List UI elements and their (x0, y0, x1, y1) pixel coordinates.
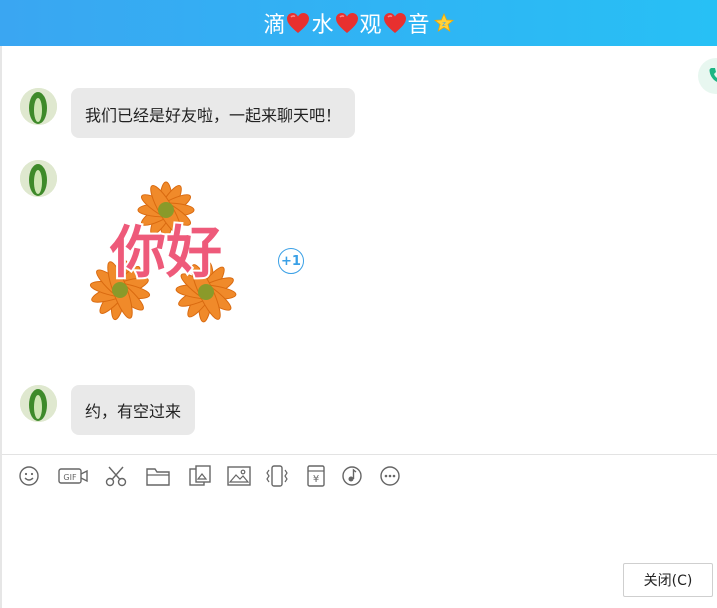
send-file-button[interactable] (144, 463, 172, 489)
image-icon (227, 466, 251, 486)
message-bubble[interactable]: 我们已经是好友啦，一起来聊天吧！ (71, 88, 356, 138)
flower-sticker-image: 你好 (89, 181, 237, 323)
title-bar: 滴 水 观 音 z (0, 0, 717, 46)
svg-text:z: z (442, 20, 446, 28)
folder-icon (146, 468, 170, 486)
more-button[interactable] (376, 463, 404, 489)
title-char-1: 滴 (263, 13, 286, 38)
gif-button[interactable]: GIF (57, 463, 89, 489)
music-icon (342, 466, 362, 486)
heart-icon (335, 13, 358, 33)
send-image-button[interactable] (225, 463, 253, 489)
heart-icon (383, 13, 406, 33)
title-char-3: 观 (359, 13, 382, 38)
more-icon (380, 466, 400, 486)
music-button[interactable] (338, 463, 366, 489)
heart-icon (287, 13, 310, 33)
avatar[interactable] (20, 160, 57, 197)
close-button[interactable]: 关闭(C) (623, 563, 713, 597)
shake-icon (266, 465, 288, 487)
red-packet-icon: ¥ (307, 465, 325, 487)
sticker-message[interactable]: 你好 (68, 162, 264, 358)
avatar[interactable] (20, 88, 57, 125)
scissors-icon (105, 466, 127, 487)
phone-icon (709, 68, 717, 82)
emoji-button[interactable] (15, 463, 43, 489)
image-edit-button[interactable] (186, 463, 214, 489)
divider (2, 454, 717, 455)
gif-icon: GIF (58, 468, 88, 484)
vip-star-icon: z (433, 13, 454, 32)
shake-button[interactable] (263, 463, 291, 489)
svg-text:¥: ¥ (313, 474, 319, 485)
image-edit-icon (189, 465, 211, 486)
title-char-2: 水 (311, 13, 334, 38)
svg-text:GIF: GIF (63, 473, 77, 482)
input-toolbar: GIF ¥ (0, 458, 717, 494)
emoji-icon (19, 466, 39, 486)
sticker-text: 你好 (109, 221, 222, 286)
title-char-4: 音 (407, 13, 430, 38)
plus-one-reaction-button[interactable]: +1 (278, 248, 304, 274)
message-text: 我们已经是好友啦，一起来聊天吧！ (85, 106, 342, 125)
message-input[interactable] (2, 495, 717, 608)
message-text: 约，有空过来 (85, 402, 182, 421)
avatar[interactable] (20, 385, 57, 422)
red-packet-button[interactable]: ¥ (302, 463, 330, 489)
message-bubble[interactable]: 约，有空过来 (71, 385, 196, 435)
screenshot-button[interactable] (102, 463, 130, 489)
